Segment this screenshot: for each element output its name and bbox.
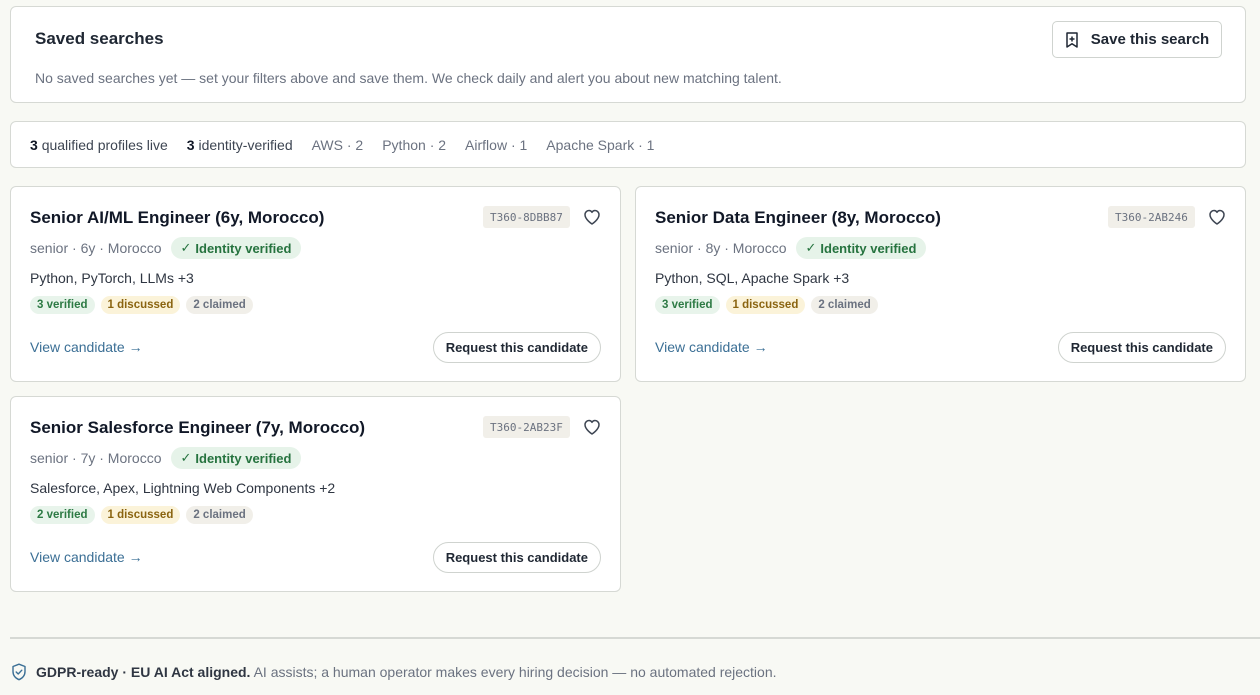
candidate-id: T360-2AB246 <box>1108 206 1195 228</box>
identity-verified-label: Identity verified <box>195 240 292 256</box>
candidate-meta-text: senior · 8y · Morocco <box>655 240 787 256</box>
saved-searches-description: No saved searches yet — set your filters… <box>35 70 782 86</box>
identity-verified-label: Identity verified <box>820 240 917 256</box>
skill-tag-aws[interactable]: AWS · 2 <box>312 137 364 153</box>
verification-pills: 2 verified 1 discussed 2 claimed <box>30 506 253 524</box>
saved-searches-panel: Saved searches Save this search No saved… <box>10 6 1246 103</box>
identity-verified-label: Identity verified <box>195 450 292 466</box>
candidate-title: Senior AI/ML Engineer (6y, Morocco) <box>30 208 325 227</box>
identity-verified-badge: ✓ Identity verified <box>171 447 302 469</box>
qualified-label: qualified profiles live <box>41 136 168 153</box>
candidate-skills: Salesforce, Apex, Lightning Web Componen… <box>30 480 336 496</box>
verified-count: 3 <box>186 136 195 153</box>
candidate-card: Senior Data Engineer (8y, Morocco) T360-… <box>635 186 1246 382</box>
discussed-pill: 1 discussed <box>100 296 181 314</box>
heart-icon[interactable] <box>1207 207 1227 227</box>
verified-pill: 3 verified <box>655 296 720 314</box>
candidate-meta-text: senior · 6y · Morocco <box>30 240 162 256</box>
stats-bar: 3 qualified profiles live 3 identity-ver… <box>10 121 1246 168</box>
candidate-meta-text: senior · 7y · Morocco <box>30 450 162 466</box>
view-candidate-link[interactable]: View candidate → <box>655 339 768 355</box>
claimed-pill: 2 claimed <box>186 506 253 524</box>
claimed-pill: 2 claimed <box>811 296 878 314</box>
check-icon: ✓ <box>180 240 192 255</box>
check-icon: ✓ <box>180 450 192 465</box>
candidate-card: Senior AI/ML Engineer (6y, Morocco) T360… <box>10 186 621 382</box>
candidate-card: Senior Salesforce Engineer (7y, Morocco)… <box>10 396 621 592</box>
shield-check-icon <box>12 663 26 681</box>
candidate-meta: senior · 8y · Morocco ✓ Identity verifie… <box>655 237 927 259</box>
candidate-skills: Python, PyTorch, LLMs +3 <box>30 270 194 286</box>
qualified-profiles-stat: 3 qualified profiles live <box>30 137 168 153</box>
request-candidate-button[interactable]: Request this candidate <box>432 542 601 573</box>
candidate-title: Senior Salesforce Engineer (7y, Morocco) <box>30 418 366 437</box>
request-candidate-button[interactable]: Request this candidate <box>1057 332 1226 363</box>
candidate-meta: senior · 6y · Morocco ✓ Identity verifie… <box>30 237 302 259</box>
verification-pills: 3 verified 1 discussed 2 claimed <box>30 296 253 314</box>
heart-icon[interactable] <box>582 417 602 437</box>
view-candidate-link[interactable]: View candidate → <box>30 549 143 565</box>
save-search-button[interactable]: Save this search <box>1052 21 1222 58</box>
discussed-pill: 1 discussed <box>725 296 806 314</box>
verified-pill: 2 verified <box>30 506 95 524</box>
compliance-footer: GDPR-ready · EU AI Act aligned. AI assis… <box>11 663 777 681</box>
claimed-pill: 2 claimed <box>186 296 253 314</box>
bookmark-plus-icon <box>1066 31 1078 48</box>
skill-tag-python[interactable]: Python · 2 <box>382 137 446 153</box>
verified-pill: 3 verified <box>30 296 95 314</box>
heart-icon[interactable] <box>582 207 602 227</box>
identity-verified-stat: 3 identity-verified <box>187 137 293 153</box>
view-candidate-link[interactable]: View candidate → <box>30 339 143 355</box>
discussed-pill: 1 discussed <box>100 506 181 524</box>
verified-label: identity-verified <box>198 136 293 153</box>
candidate-title: Senior Data Engineer (8y, Morocco) <box>655 208 941 227</box>
identity-verified-badge: ✓ Identity verified <box>171 237 302 259</box>
compliance-strong: GDPR-ready · EU AI Act aligned. <box>36 664 251 680</box>
skill-tag-apache-spark[interactable]: Apache Spark · 1 <box>546 137 654 153</box>
candidate-skills: Python, SQL, Apache Spark +3 <box>655 270 850 286</box>
skill-tag-airflow[interactable]: Airflow · 1 <box>465 137 527 153</box>
compliance-text: AI assists; a human operator makes every… <box>253 664 777 680</box>
verification-pills: 3 verified 1 discussed 2 claimed <box>655 296 878 314</box>
identity-verified-badge: ✓ Identity verified <box>796 237 927 259</box>
candidate-meta: senior · 7y · Morocco ✓ Identity verifie… <box>30 447 302 469</box>
candidate-id: T360-8DBB87 <box>483 206 570 228</box>
save-search-label: Save this search <box>1090 31 1210 48</box>
check-icon: ✓ <box>805 240 817 255</box>
footer-divider <box>10 637 1260 639</box>
saved-searches-title: Saved searches <box>35 29 164 48</box>
candidate-id: T360-2AB23F <box>483 416 570 438</box>
qualified-count: 3 <box>30 136 38 153</box>
request-candidate-button[interactable]: Request this candidate <box>432 332 601 363</box>
